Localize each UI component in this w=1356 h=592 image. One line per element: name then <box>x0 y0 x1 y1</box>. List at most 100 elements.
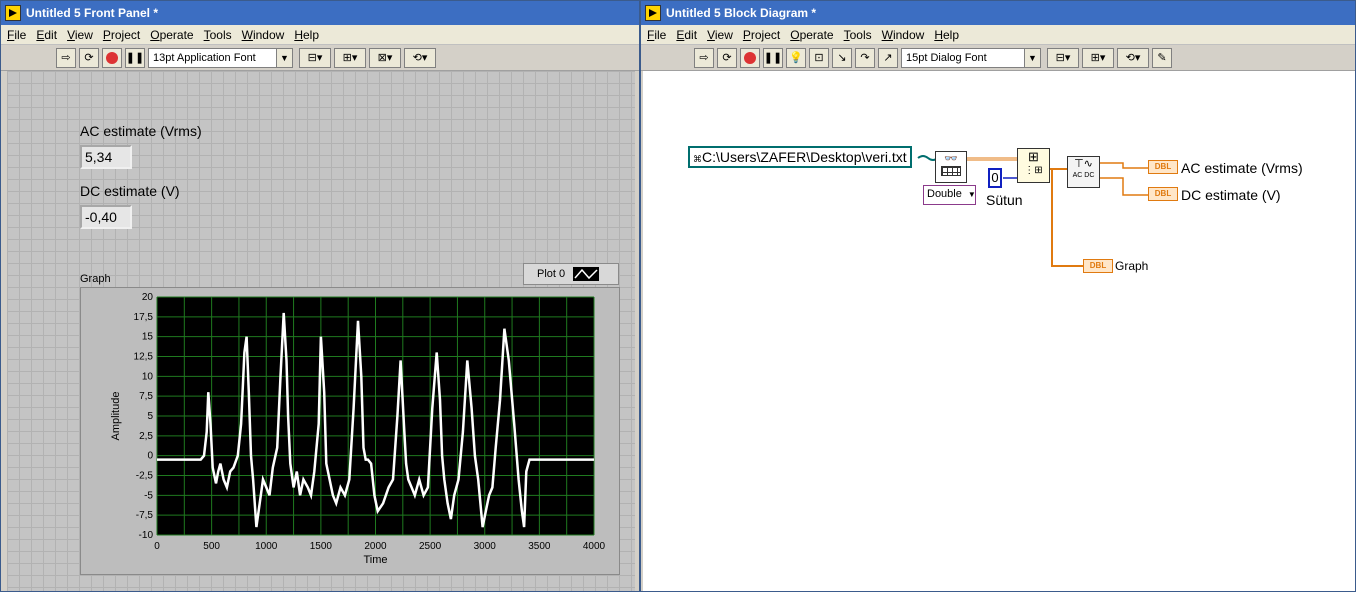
font-selector[interactable]: 15pt Dialog Font ▼ <box>901 47 1041 68</box>
menu-view[interactable]: View <box>707 28 733 42</box>
font-selector-value: 13pt Application Font <box>153 51 256 64</box>
chevron-down-icon: ▼ <box>276 48 292 67</box>
pause-icon[interactable]: ❚❚ <box>125 47 145 68</box>
index-array-node[interactable]: ⊞ ⋮⊞ <box>1017 148 1050 183</box>
chevron-down-icon: ▼ <box>1024 48 1040 67</box>
y-tick-label: -10 <box>139 530 154 541</box>
graph-label: Graph <box>80 273 111 285</box>
x-tick-label: 1000 <box>255 541 278 552</box>
menu-edit[interactable]: Edit <box>36 28 57 42</box>
y-tick-label: 17,5 <box>134 312 154 323</box>
pause-icon[interactable]: ❚❚ <box>763 47 783 68</box>
data-type-selector[interactable]: Double ▼ <box>923 185 976 205</box>
ac-estimate-terminal[interactable]: DBL <box>1148 160 1178 174</box>
distribute-objects-icon[interactable]: ⊞▾ <box>334 47 366 68</box>
block-diagram-toolbar: ⇨ ⟳ ❚❚ 💡 ⊡ ↘ ↷ ↗ 15pt Dialog Font ▼ ⊟▾ ⊞… <box>641 45 1355 71</box>
menu-help[interactable]: Help <box>294 28 319 42</box>
front-panel-toolbar: ⇨ ⟳ ❚❚ 13pt Application Font ▼ ⊟▾ ⊞▾ ⊠▾ … <box>1 45 639 71</box>
front-panel-window: Untitled 5 Front Panel * File Edit View … <box>0 0 640 592</box>
ac-estimate-label: AC estimate (Vrms) <box>80 123 202 139</box>
menu-view[interactable]: View <box>67 28 93 42</box>
block-diagram-menubar: File Edit View Project Operate Tools Win… <box>641 25 1355 45</box>
menu-window[interactable]: Window <box>242 28 285 42</box>
reorder-icon[interactable]: ⟲▾ <box>1117 47 1149 68</box>
front-panel-titlebar[interactable]: Untitled 5 Front Panel * <box>1 1 639 25</box>
dc-estimate-indicator[interactable]: -0,40 <box>80 205 132 229</box>
array-index-icon: ⋮⊞ <box>1024 165 1043 176</box>
block-diagram-titlebar[interactable]: Untitled 5 Block Diagram * <box>641 1 1355 25</box>
x-tick-label: 1500 <box>310 541 333 552</box>
column-label: Sütun <box>986 192 1023 208</box>
x-tick-label: 2500 <box>419 541 442 552</box>
menu-help[interactable]: Help <box>934 28 959 42</box>
step-out-icon[interactable]: ↗ <box>878 47 898 68</box>
align-objects-icon[interactable]: ⊟▾ <box>1047 47 1079 68</box>
dc-estimate-terminal-label: DC estimate (V) <box>1181 187 1281 203</box>
menu-window[interactable]: Window <box>882 28 925 42</box>
retain-wire-values-icon[interactable]: ⊡ <box>809 47 829 68</box>
distribute-objects-icon[interactable]: ⊞▾ <box>1082 47 1114 68</box>
menu-operate[interactable]: Operate <box>790 28 833 42</box>
legend-plot-name: Plot 0 <box>537 268 566 280</box>
plot-legend[interactable]: Plot 0 <box>523 263 619 285</box>
highlight-execution-icon[interactable]: 💡 <box>786 47 806 68</box>
labview-icon <box>645 5 661 21</box>
block-diagram-canvas: ⌘C:\Users\ZAFER\Desktop\veri.txt 👓 Doubl… <box>643 71 1355 591</box>
resize-objects-icon[interactable]: ⊠▾ <box>369 47 401 68</box>
y-axis-label: Amplitude <box>110 392 122 441</box>
run-arrow-icon[interactable]: ⇨ <box>694 47 714 68</box>
x-axis-label: Time <box>363 554 387 566</box>
read-spreadsheet-file-node[interactable]: 👓 <box>935 151 967 183</box>
dc-estimate-terminal[interactable]: DBL <box>1148 187 1178 201</box>
menu-operate[interactable]: Operate <box>150 28 193 42</box>
y-tick-label: -2,5 <box>136 471 154 482</box>
x-tick-label: 4000 <box>583 541 606 552</box>
array-grid-icon: ⊞ <box>1028 149 1039 164</box>
abort-icon[interactable] <box>740 47 760 68</box>
labview-icon <box>5 5 21 21</box>
menu-project[interactable]: Project <box>743 28 780 42</box>
front-panel-title: Untitled 5 Front Panel * <box>26 6 159 20</box>
block-diagram-window: Untitled 5 Block Diagram * File Edit Vie… <box>640 0 1356 592</box>
y-tick-label: 15 <box>142 332 154 343</box>
data-type-value: Double <box>927 188 962 200</box>
column-index-constant[interactable]: 0 <box>988 168 1002 188</box>
y-tick-label: 7,5 <box>139 391 153 402</box>
y-tick-label: 10 <box>142 371 154 382</box>
font-selector[interactable]: 13pt Application Font ▼ <box>148 47 293 68</box>
graph-terminal[interactable]: DBL <box>1083 259 1113 273</box>
file-path-value: C:\Users\ZAFER\Desktop\veri.txt <box>702 149 907 165</box>
abort-icon[interactable] <box>102 47 122 68</box>
y-tick-label: 2,5 <box>139 431 153 442</box>
menu-project[interactable]: Project <box>103 28 140 42</box>
run-continuously-icon[interactable]: ⟳ <box>717 47 737 68</box>
run-arrow-icon[interactable]: ⇨ <box>56 47 76 68</box>
dc-estimate-label: DC estimate (V) <box>80 183 180 199</box>
y-tick-label: 12,5 <box>134 352 154 363</box>
font-selector-value: 15pt Dialog Font <box>906 51 987 64</box>
acdc-tag: AC DC <box>1072 172 1095 179</box>
step-into-icon[interactable]: ↘ <box>832 47 852 68</box>
x-tick-label: 3000 <box>474 541 497 552</box>
cleanup-diagram-icon[interactable]: ✎ <box>1152 47 1172 68</box>
reorder-icon[interactable]: ⟲▾ <box>404 47 436 68</box>
table-grid-icon <box>941 166 961 176</box>
run-continuously-icon[interactable]: ⟳ <box>79 47 99 68</box>
x-tick-label: 2000 <box>364 541 387 552</box>
x-tick-label: 0 <box>154 541 160 552</box>
x-tick-label: 3500 <box>528 541 551 552</box>
ac-estimate-indicator[interactable]: 5,34 <box>80 145 132 169</box>
waveform-graph[interactable]: 0 500 1000 1500 2000 2500 3000 3500 4000 20 17,5 15… <box>80 287 620 575</box>
menu-tools[interactable]: Tools <box>204 28 232 42</box>
menu-tools[interactable]: Tools <box>844 28 872 42</box>
menu-edit[interactable]: Edit <box>676 28 697 42</box>
graph-terminal-label: Graph <box>1115 259 1149 273</box>
menu-file[interactable]: File <box>7 28 26 42</box>
align-objects-icon[interactable]: ⊟▾ <box>299 47 331 68</box>
step-over-icon[interactable]: ↷ <box>855 47 875 68</box>
chevron-down-icon: ▼ <box>967 190 976 199</box>
menu-file[interactable]: File <box>647 28 666 42</box>
file-path-constant[interactable]: ⌘C:\Users\ZAFER\Desktop\veri.txt <box>688 146 912 168</box>
ac-dc-estimator-node[interactable]: ⊤∿ AC DC <box>1067 156 1100 188</box>
y-tick-label: 0 <box>147 451 153 462</box>
